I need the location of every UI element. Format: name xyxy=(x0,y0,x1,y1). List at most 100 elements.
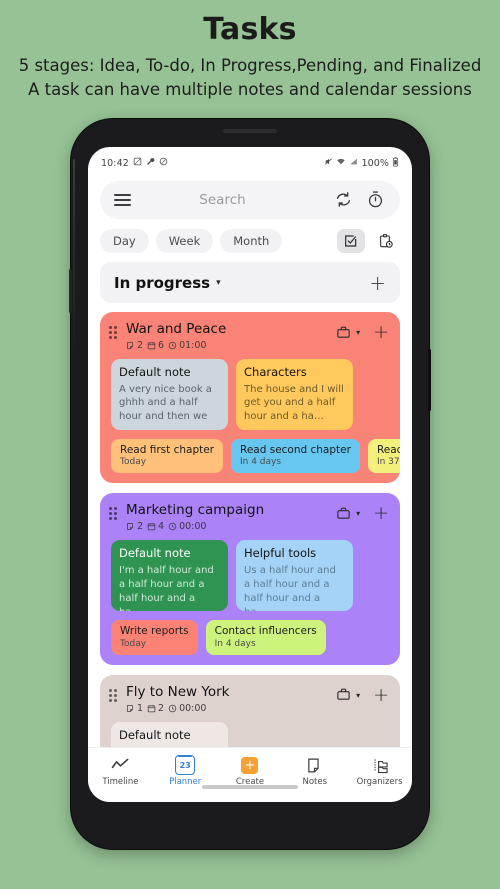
task-duration-value: 00:00 xyxy=(179,702,207,714)
nav-label: Notes xyxy=(302,777,328,787)
notes-row: Default note I'm a half hour and a half h… xyxy=(100,532,400,612)
search-bar[interactable]: Search xyxy=(100,181,400,219)
phone-screen: 10:42 100% Search Day Week Month In prog… xyxy=(88,147,412,802)
task-duration-value: 01:00 xyxy=(179,339,207,351)
sessions-row: Read first chapter Today Read second chapt… xyxy=(100,430,400,474)
nav-item-timeline[interactable]: Timeline xyxy=(91,755,149,787)
stopwatch-icon[interactable] xyxy=(366,190,386,210)
note-card[interactable]: Helpful tools Us a half hour and a half h… xyxy=(236,540,353,612)
filter-row: Day Week Month xyxy=(88,219,412,253)
note-count: 2 xyxy=(126,340,143,351)
task-title: War and Peace xyxy=(126,321,227,337)
note-card[interactable]: Default note A very nice book a ghhh and … xyxy=(111,358,228,430)
filter-chip-day[interactable]: Day xyxy=(100,229,149,253)
task-duration: 01:00 xyxy=(168,340,206,351)
task-text-block: War and Peace 2 6 01:00 xyxy=(126,321,336,351)
nav-item-planner[interactable]: 23 Planner xyxy=(156,755,214,787)
task-duration: 00:00 xyxy=(168,521,206,532)
screenshot-icon xyxy=(133,157,142,169)
task-actions: ▾ + xyxy=(336,685,389,705)
note-body: A very nice book a ghhh and a half hour … xyxy=(119,383,212,430)
hamburger-icon[interactable] xyxy=(114,194,131,206)
task-card[interactable]: War and Peace 2 6 01:00 ▾ + Default note A very… xyxy=(100,312,400,484)
nav-label: Timeline xyxy=(102,777,139,787)
add-task-button[interactable]: + xyxy=(369,273,386,293)
note-title: Default note xyxy=(119,727,191,742)
drag-handle-icon[interactable] xyxy=(109,507,119,521)
briefcase-icon[interactable] xyxy=(336,687,352,703)
power-button[interactable] xyxy=(428,349,431,411)
note-card[interactable]: Default note I'm a half hour and a half h… xyxy=(111,540,228,612)
nav-item-create[interactable]: + Create xyxy=(221,755,279,787)
session-title: Write reports xyxy=(120,625,189,638)
chevron-down-icon[interactable]: ▾ xyxy=(356,328,360,337)
session-chip[interactable]: Contact influencers In 4 days xyxy=(205,620,326,655)
note-body: The house and I will get you and a half … xyxy=(244,383,344,423)
task-title: Marketing campaign xyxy=(126,502,265,519)
task-card[interactable]: Marketing campaign 2 4 00:00 ▾ + Default note I… xyxy=(100,493,400,665)
task-header: War and Peace 2 6 01:00 ▾ + xyxy=(100,321,400,351)
volume-button[interactable] xyxy=(69,269,72,313)
timeline-icon xyxy=(111,755,130,775)
folders-icon xyxy=(371,755,389,775)
briefcase-icon[interactable] xyxy=(336,325,352,341)
note-body: Us a half hour and a half hour and a hal… xyxy=(244,565,336,611)
nav-item-organizers[interactable]: Organizers xyxy=(351,755,409,787)
checkbox-icon[interactable] xyxy=(337,229,365,253)
task-text-block: Marketing campaign 2 4 00:00 xyxy=(126,502,336,532)
earpiece-speaker xyxy=(223,129,277,133)
session-date: Today xyxy=(120,457,147,468)
task-actions: ▾ + xyxy=(336,504,389,523)
status-right: 100% xyxy=(324,156,399,170)
session-title: Read first chapter xyxy=(120,443,214,456)
clipboard-clock-icon[interactable] xyxy=(372,229,400,253)
nav-label: Planner xyxy=(169,777,202,787)
add-item-button[interactable]: + xyxy=(373,323,389,342)
session-title: Read second chapter xyxy=(240,443,351,456)
note-count-value: 1 xyxy=(137,702,144,714)
note-body: I'm a half hour and a half hour and a ha… xyxy=(119,565,214,611)
chevron-down-icon[interactable]: ▾ xyxy=(216,278,221,288)
task-text-block: Fly to New York 1 2 00:00 xyxy=(126,684,336,714)
stage-selector[interactable]: In progress ▾ + xyxy=(100,262,400,303)
page-title: Tasks xyxy=(203,12,297,47)
refresh-icon[interactable] xyxy=(334,190,354,210)
session-date: Today xyxy=(120,638,147,649)
note-title: Default note xyxy=(119,546,191,561)
briefcase-icon[interactable] xyxy=(336,506,352,522)
filter-chip-month[interactable]: Month xyxy=(220,229,283,253)
stage-selector-area: In progress ▾ + xyxy=(88,253,412,303)
session-chip[interactable]: Write reports Today xyxy=(111,620,198,655)
drag-handle-icon[interactable] xyxy=(109,688,119,702)
session-count-value: 4 xyxy=(158,521,165,533)
add-item-button[interactable]: + xyxy=(373,685,389,705)
task-duration: 00:00 xyxy=(168,703,206,714)
task-duration-value: 00:00 xyxy=(179,521,207,533)
session-count: 6 xyxy=(147,340,164,351)
note-count: 2 xyxy=(126,521,143,532)
note-card[interactable]: Characters The house and I will get you a… xyxy=(236,358,353,430)
session-date: In 4 days xyxy=(240,457,282,468)
session-count: 2 xyxy=(147,703,164,714)
notes-row: Default note A very nice book a ghhh and … xyxy=(100,351,400,430)
chevron-down-icon[interactable]: ▾ xyxy=(356,691,360,700)
session-chip[interactable]: Read thIn 37 day xyxy=(367,438,400,474)
calendar-icon: 23 xyxy=(175,755,196,775)
session-title: Read th xyxy=(376,443,400,456)
task-meta: 1 2 00:00 xyxy=(126,703,336,714)
search-input[interactable]: Search xyxy=(131,192,322,208)
chevron-down-icon[interactable]: ▾ xyxy=(356,509,360,518)
task-meta: 2 4 00:00 xyxy=(126,521,336,532)
nav-item-notes[interactable]: Notes xyxy=(286,755,344,787)
drag-handle-icon[interactable] xyxy=(109,326,119,339)
battery-percent: 100% xyxy=(361,157,389,169)
nav-label: Organizers xyxy=(356,777,403,787)
filter-chip-week[interactable]: Week xyxy=(155,229,214,253)
battery-icon xyxy=(392,156,399,170)
session-chip[interactable]: Read first chapter Today xyxy=(111,438,223,474)
stage-label: In progress xyxy=(114,273,211,292)
session-chip[interactable]: Read second chapter In 4 days xyxy=(231,438,360,474)
task-header: Fly to New York 1 2 00:00 ▾ + xyxy=(100,684,400,714)
add-item-button[interactable]: + xyxy=(373,504,389,523)
sessions-row: Write reports Today Contact influencers In … xyxy=(100,611,400,655)
